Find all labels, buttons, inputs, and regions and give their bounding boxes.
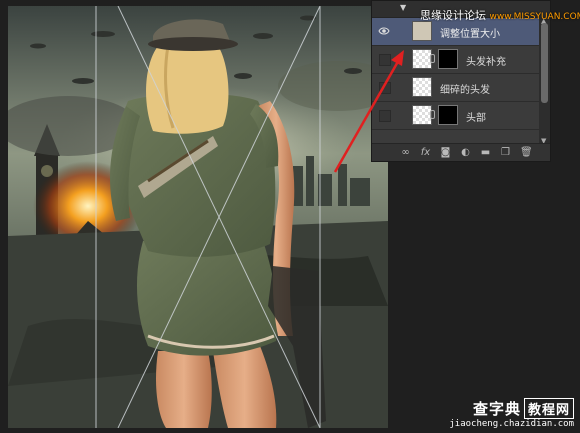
scrollbar-thumb[interactable] xyxy=(541,23,548,103)
layer-thumbnail xyxy=(412,49,432,69)
folder-icon[interactable]: ▬ xyxy=(480,147,491,158)
layer-thumbnail xyxy=(412,21,432,41)
layer-name: 调整位置大小 xyxy=(440,29,500,40)
layer-name: 头部 xyxy=(466,113,486,124)
watermark-site: www.MISSYUAN.COM xyxy=(489,12,580,22)
watermark-brand: 查字典 xyxy=(472,400,521,418)
visibility-toggle[interactable] xyxy=(379,110,391,122)
add-mask-icon[interactable]: ◙ xyxy=(440,147,451,158)
layers-panel[interactable]: ▼ 调整位置大小 头发补充 细碎的头发 头部 ▲ ▼ ∞ fx ◙ ◐ ▬ ❐ … xyxy=(371,0,551,162)
layer-row-head[interactable]: 头部 xyxy=(372,102,540,130)
trash-icon[interactable]: 🗑 xyxy=(520,147,533,158)
watermark-url: jiaocheng.chazidian.com xyxy=(449,419,574,429)
fx-icon[interactable]: fx xyxy=(420,147,431,158)
watermark-title: 思缘设计论坛 xyxy=(420,9,486,22)
visibility-toggle[interactable] xyxy=(379,54,391,66)
adjustment-icon[interactable]: ◐ xyxy=(460,147,471,158)
collapse-triangle-icon[interactable]: ▼ xyxy=(400,3,406,12)
layer-row-hair-fill[interactable]: 头发补充 xyxy=(372,46,540,74)
layer-row-fine-hair[interactable]: 细碎的头发 xyxy=(372,74,540,102)
layer-mask-thumbnail[interactable] xyxy=(438,49,458,69)
watermark-top: 思缘设计论坛 www.MISSYUAN.COM xyxy=(420,7,580,23)
soldier-woman-artwork xyxy=(8,6,388,428)
artwork-image[interactable] xyxy=(8,6,388,428)
watermark-bottom: 查字典 教程网 jiaocheng.chazidian.com xyxy=(449,398,574,429)
layer-thumbnail xyxy=(412,105,432,125)
link-layers-icon[interactable]: ∞ xyxy=(400,147,411,158)
layers-scrollbar[interactable]: ▲ ▼ xyxy=(539,17,550,145)
layer-thumbnail xyxy=(412,77,432,97)
layers-panel-footer: ∞ fx ◙ ◐ ▬ ❐ 🗑 xyxy=(372,143,550,161)
layer-name: 细碎的头发 xyxy=(440,85,490,96)
layer-mask-thumbnail[interactable] xyxy=(438,105,458,125)
new-layer-icon[interactable]: ❐ xyxy=(500,147,511,158)
link-icon[interactable] xyxy=(430,110,435,119)
layer-name: 头发补充 xyxy=(466,57,506,68)
watermark-box: 教程网 xyxy=(523,398,574,419)
visibility-toggle[interactable] xyxy=(379,82,391,94)
eye-icon[interactable] xyxy=(378,26,390,36)
link-icon[interactable] xyxy=(430,54,435,63)
